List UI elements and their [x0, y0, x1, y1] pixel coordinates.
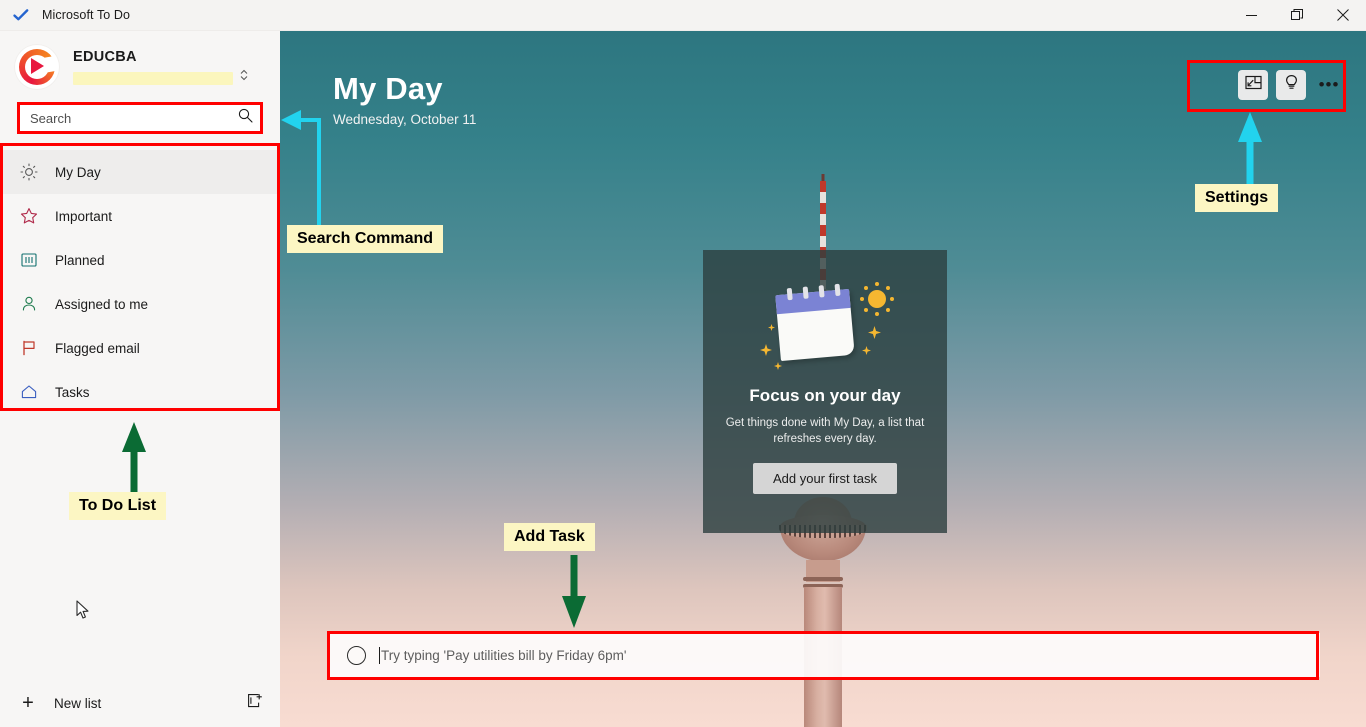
profile-text: EDUCBA [73, 49, 249, 85]
picture-theme-icon [1244, 74, 1262, 96]
calendar-ring [834, 283, 841, 297]
annotation-settings: Settings [1195, 184, 1279, 212]
header-toolbar: ••• [1238, 70, 1344, 100]
sun-ray [860, 297, 864, 301]
sparkle-icon [760, 344, 772, 356]
add-first-task-button[interactable]: Add your first task [752, 463, 898, 494]
lightbulb-icon [1283, 74, 1300, 96]
page-header: My Day Wednesday, October 11 [333, 71, 476, 127]
sparkle-icon [774, 362, 782, 370]
sparkle-icon [768, 324, 775, 331]
person-icon [18, 293, 40, 315]
flag-icon [18, 337, 40, 359]
account-profile[interactable]: EDUCBA [0, 31, 280, 91]
sidebar-item-assigned-to-me[interactable]: Assigned to me [0, 282, 280, 326]
sidebar-item-important[interactable]: Important [0, 194, 280, 238]
sidebar-item-label: Flagged email [55, 340, 140, 356]
annotation-add-task: Add Task [504, 523, 595, 551]
close-button[interactable] [1320, 0, 1366, 31]
sidebar-item-label: Tasks [55, 384, 90, 400]
sparkle-icon [862, 346, 871, 355]
page-date: Wednesday, October 11 [333, 112, 477, 127]
profile-email-redacted [73, 72, 233, 85]
restore-button[interactable] [1274, 0, 1320, 31]
calendar-illustration [775, 283, 855, 362]
suggestions-button[interactable] [1276, 70, 1306, 100]
sidebar-item-flagged-email[interactable]: Flagged email [0, 326, 280, 370]
sidebar-item-my-day[interactable]: My Day [0, 150, 280, 194]
empty-circle-icon[interactable] [347, 645, 366, 665]
empty-state-title: Focus on your day [749, 386, 901, 405]
mouse-cursor [76, 600, 90, 625]
search-icon[interactable] [238, 108, 253, 128]
search-input[interactable] [30, 110, 238, 126]
sun-ray [875, 282, 879, 286]
add-task-bar[interactable]: Try typing 'Pay utilities bill by Friday… [330, 633, 1320, 677]
app-window: Microsoft To Do EDUCBA Search My Day Imp… [0, 0, 1366, 727]
search-box[interactable] [18, 103, 262, 133]
sun-icon [18, 161, 40, 183]
nav-list: My Day Important Planned Assigned to me … [0, 150, 280, 414]
annotation-search-command: Search Command [287, 225, 444, 253]
minimize-button[interactable] [1228, 0, 1274, 31]
empty-state-card: Focus on your day Get things done with M… [703, 250, 947, 533]
star-icon [18, 205, 40, 227]
sun-ray [890, 297, 894, 301]
text-caret [379, 646, 380, 664]
house-icon [18, 381, 40, 403]
sun-ray [886, 308, 890, 312]
sidebar-item-tasks[interactable]: Tasks [0, 370, 280, 414]
new-list-label: New list [54, 696, 102, 711]
sun-illustration [860, 282, 894, 316]
add-task-input[interactable]: Try typing 'Pay utilities bill by Friday… [381, 648, 627, 663]
plus-icon: + [22, 692, 34, 714]
sidebar-item-planned[interactable]: Planned [0, 238, 280, 282]
main-content: My Day Wednesday, October 11 ••• Focus o… [280, 31, 1366, 727]
sun-ray [886, 286, 890, 290]
calendar-sun-icon [750, 274, 900, 372]
sidebar-item-label: Assigned to me [55, 296, 149, 312]
more-options-button[interactable]: ••• [1314, 70, 1344, 100]
tower-collar-ring-1 [803, 577, 843, 581]
sidebar-item-label: My Day [55, 164, 101, 180]
educba-logo-play [31, 58, 44, 74]
sun-core [868, 290, 886, 308]
sun-ray [864, 308, 868, 312]
sun-ray [864, 286, 868, 290]
annotation-todo-list: To Do List [69, 492, 167, 520]
ellipsis-icon: ••• [1318, 75, 1340, 94]
page-title: My Day [333, 71, 443, 106]
sun-ray [875, 312, 879, 316]
app-icon [12, 6, 30, 24]
sidebar-item-label: Planned [55, 252, 105, 268]
calendar-icon [18, 249, 40, 271]
search-container [18, 103, 262, 133]
sparkle-icon [868, 326, 881, 339]
theme-background-button[interactable] [1238, 70, 1268, 100]
new-list-row[interactable]: + New list [0, 680, 280, 727]
empty-state-subtitle: Get things done with My Day, a list that… [725, 417, 925, 445]
profile-name: EDUCBA [73, 49, 137, 65]
sidebar-item-label: Important [55, 208, 113, 224]
chevron-updown-icon[interactable] [239, 68, 249, 83]
app-title: Microsoft To Do [42, 8, 131, 22]
avatar [14, 44, 60, 90]
new-group-icon[interactable] [246, 692, 264, 715]
sidebar: EDUCBA Search My Day Important Planned A… [0, 31, 280, 727]
calendar-ring [786, 287, 793, 301]
title-bar: Microsoft To Do [0, 0, 1366, 31]
calendar-ring [818, 285, 825, 298]
calendar-ring [802, 286, 809, 299]
